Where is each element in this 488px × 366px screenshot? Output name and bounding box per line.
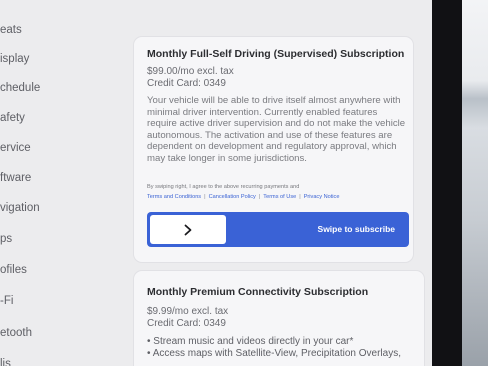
sidebar-item-navigation[interactable]: vigation xyxy=(0,202,40,214)
sidebar-item-trips[interactable]: ps xyxy=(0,233,12,245)
fsd-payment-method: Credit Card: 0349 xyxy=(147,78,226,89)
legal-text: By swiping right, I agree to the above r… xyxy=(147,184,300,190)
sidebar-item-display[interactable]: isplay xyxy=(0,53,29,65)
fsd-title: Monthly Full-Self Driving (Supervised) S… xyxy=(147,48,405,60)
terms-of-use-link[interactable]: Terms of Use xyxy=(263,194,296,200)
fsd-price: $99.00/mo excl. tax xyxy=(147,66,234,77)
swipe-handle[interactable] xyxy=(150,215,226,244)
connectivity-payment-method: Credit Card: 0349 xyxy=(147,318,226,329)
connectivity-title: Monthly Premium Connectivity Subscriptio… xyxy=(147,286,369,298)
settings-sidebar: eats isplay chedule afety ervice ftware … xyxy=(0,0,118,366)
sidebar-item-last[interactable]: lis xyxy=(0,358,11,366)
connectivity-subscription-card: Monthly Premium Connectivity Subscriptio… xyxy=(134,271,424,366)
window-background xyxy=(462,0,488,366)
sidebar-item-software[interactable]: ftware xyxy=(0,172,31,184)
sidebar-item-bluetooth[interactable]: etooth xyxy=(0,327,32,339)
chevron-right-icon xyxy=(184,224,192,235)
fsd-subscription-card: Monthly Full-Self Driving (Supervised) S… xyxy=(134,37,413,262)
swipe-to-subscribe-slider[interactable]: Swipe to subscribe xyxy=(147,212,409,247)
swipe-label: Swipe to subscribe xyxy=(317,224,395,234)
legal-links: Terms and Conditions | Cancellation Policy… xyxy=(147,194,339,200)
screen-bezel xyxy=(432,0,462,366)
sidebar-item-seats[interactable]: eats xyxy=(0,24,22,36)
link-separator: | xyxy=(299,194,301,200)
connectivity-price: $9.99/mo excl. tax xyxy=(147,306,229,317)
link-separator: | xyxy=(204,194,206,200)
list-item: • Access maps with Satellite-View, Preci… xyxy=(147,348,401,359)
terms-and-conditions-link[interactable]: Terms and Conditions xyxy=(147,194,201,200)
cancellation-policy-link[interactable]: Cancellation Policy xyxy=(209,194,256,200)
list-item: • Stream music and videos directly in yo… xyxy=(147,336,354,347)
sidebar-item-schedule[interactable]: chedule xyxy=(0,82,40,94)
touchscreen: eats isplay chedule afety ervice ftware … xyxy=(0,0,432,366)
sidebar-item-service[interactable]: ervice xyxy=(0,142,31,154)
sidebar-item-wifi[interactable]: -Fi xyxy=(0,295,13,307)
sidebar-item-profiles[interactable]: ofiles xyxy=(0,264,27,276)
connectivity-features-list: • Stream music and videos directly in yo… xyxy=(147,336,401,360)
fsd-description: Your vehicle will be able to drive itsel… xyxy=(147,95,406,164)
privacy-notice-link[interactable]: Privacy Notice xyxy=(304,194,340,200)
sidebar-item-safety[interactable]: afety xyxy=(0,112,25,124)
